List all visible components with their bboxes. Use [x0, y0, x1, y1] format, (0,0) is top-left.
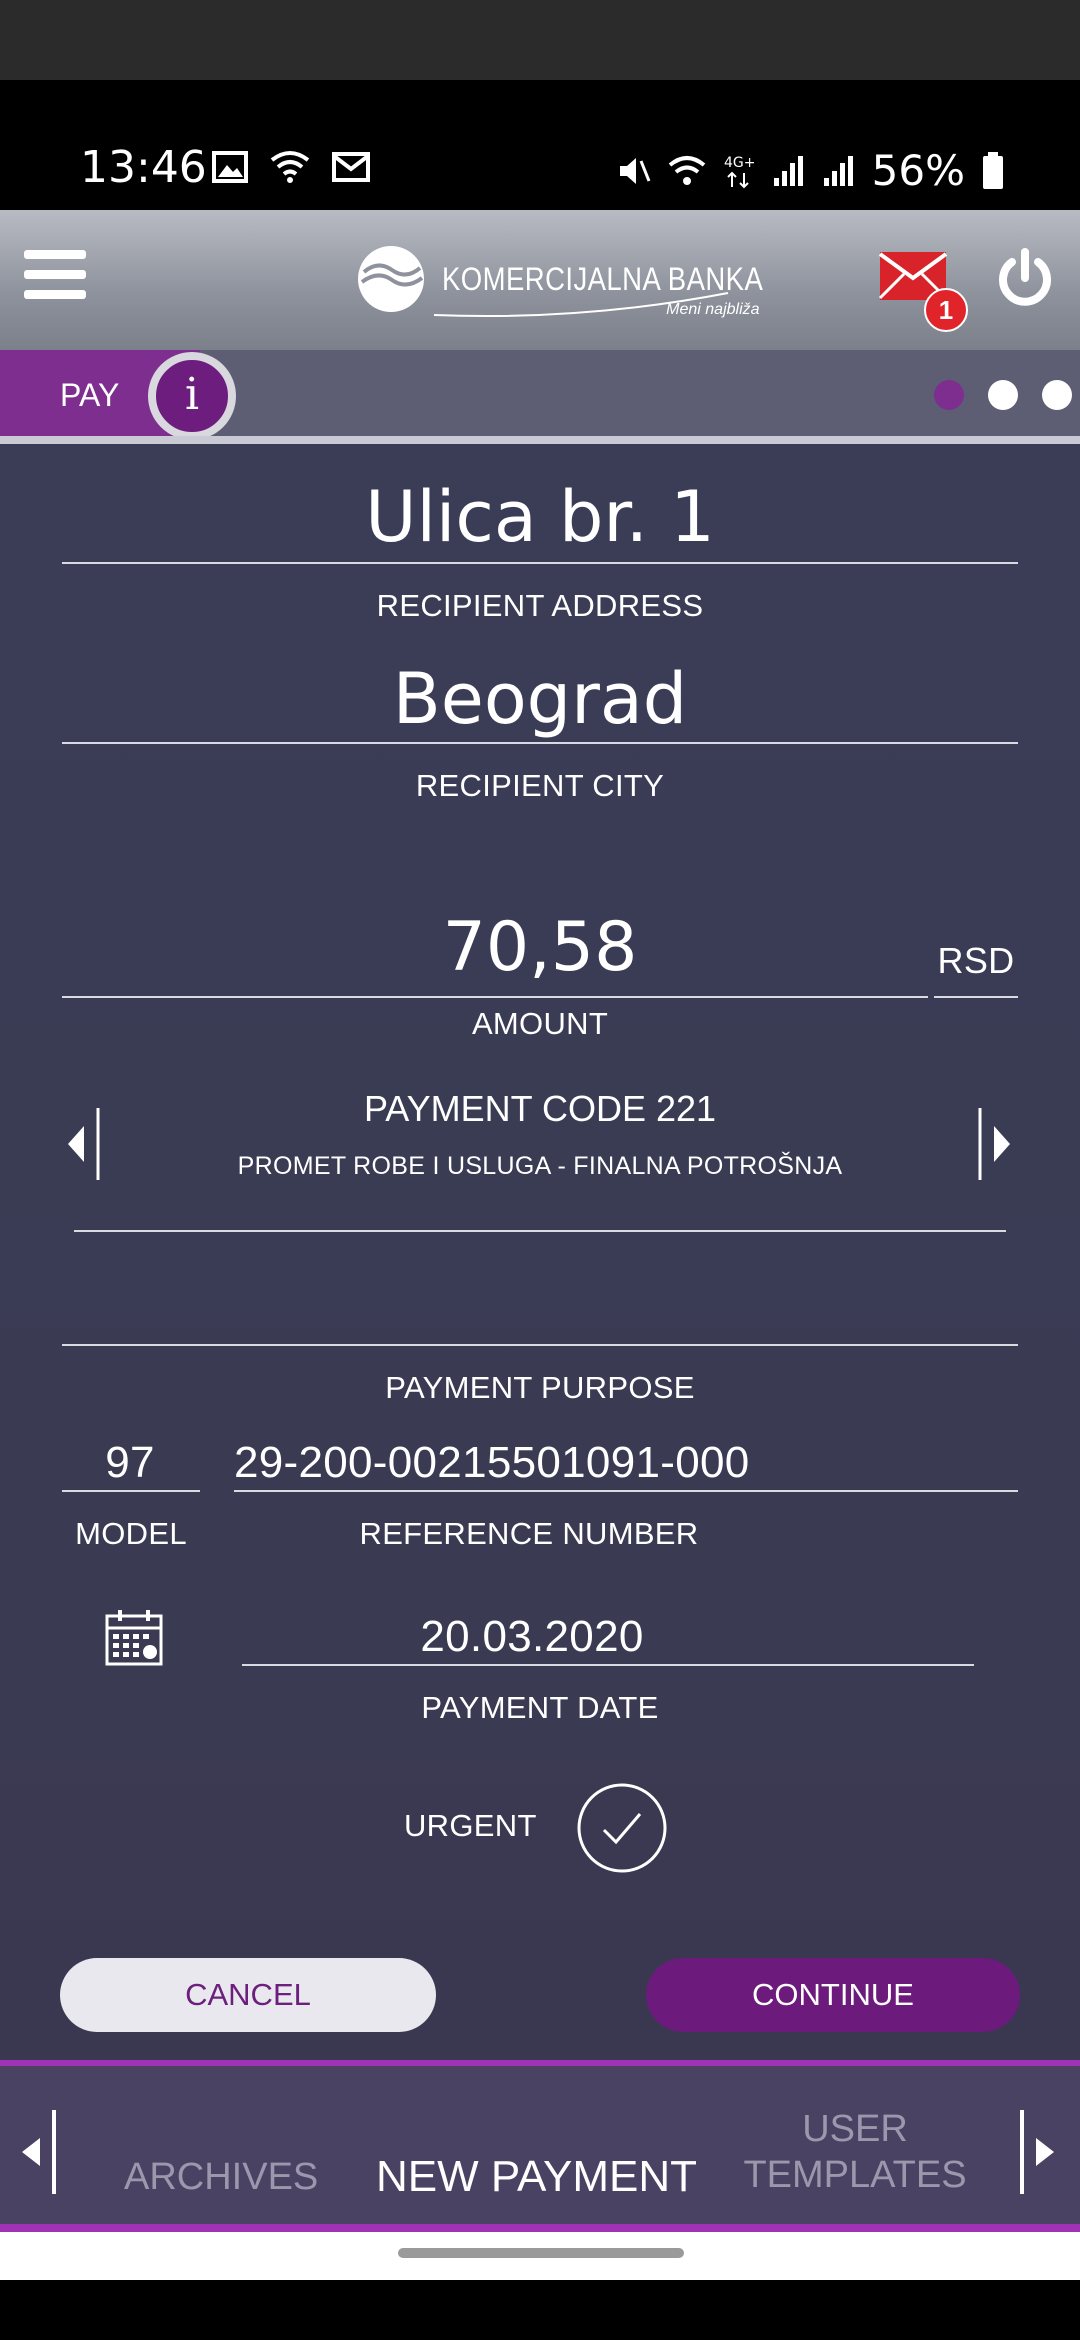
pay-bar: PAY i	[0, 350, 1080, 440]
pay-bar-divider	[0, 436, 1080, 444]
continue-button[interactable]: CONTINUE	[646, 1958, 1020, 2032]
image-icon	[212, 151, 248, 183]
system-bottom-strip	[0, 2280, 1080, 2340]
home-gesture-handle[interactable]	[398, 2248, 684, 2258]
archives-tab[interactable]: ARCHIVES	[124, 2156, 318, 2199]
4g-icon: 4G+	[724, 155, 756, 188]
bottom-navigation: ARCHIVES NEW PAYMENT USER TEMPLATES	[0, 2060, 1080, 2232]
payment-code-next-arrow[interactable]	[976, 1104, 1016, 1184]
recipient-city-field[interactable]: Beograd	[62, 658, 1018, 740]
bottom-nav-prev-arrow[interactable]	[16, 2106, 60, 2198]
new-payment-tab[interactable]: NEW PAYMENT	[376, 2152, 697, 2202]
battery-percent: 56%	[871, 146, 965, 195]
wifi-icon	[668, 155, 705, 185]
svg-text:4G+: 4G+	[724, 155, 756, 171]
wifi-calling-icon	[270, 151, 310, 183]
recipient-address-underline	[62, 562, 1018, 564]
model-field[interactable]: 97	[62, 1438, 198, 1488]
reference-number-label: REFERENCE NUMBER	[359, 1516, 699, 1551]
payment-code-underline	[74, 1230, 1006, 1232]
payment-purpose-label: PAYMENT PURPOSE	[385, 1370, 695, 1405]
logo-tagline: Meni najbliža	[666, 300, 760, 318]
amount-label: AMOUNT	[471, 1006, 609, 1041]
unread-badge: 1	[924, 288, 968, 332]
user-templates-line1: USER	[802, 2108, 908, 2150]
payment-date-label: PAYMENT DATE	[421, 1690, 659, 1725]
model-label: MODEL	[75, 1516, 187, 1551]
cancel-button[interactable]: CANCEL	[60, 1958, 436, 2032]
page-dot-2	[988, 380, 1018, 410]
app-header: KOMERCIJALNA BANKA Meni najbliža	[0, 210, 1080, 350]
model-underline	[62, 1490, 200, 1492]
payment-purpose-underline	[62, 1344, 1018, 1346]
user-templates-tab[interactable]: USER TEMPLATES	[740, 2106, 970, 2198]
recipient-city-label: RECIPIENT CITY	[415, 768, 665, 803]
status-bar: 13:46 4G+ 56%	[0, 80, 1080, 210]
bottom-nav-next-arrow[interactable]	[1016, 2106, 1060, 2198]
bank-logo: KOMERCIJALNA BANKA Meni najbliža	[358, 246, 816, 318]
recipient-address-field[interactable]: Ulica br. 1	[62, 476, 1018, 558]
logo-wave-icon	[358, 246, 424, 312]
payment-code-description: PROMET ROBE I USLUGA - FINALNA POTROŠNJA	[237, 1152, 843, 1180]
signal-icon	[773, 155, 803, 186]
system-top-strip	[0, 0, 1080, 80]
amount-underline	[62, 996, 928, 998]
urgent-checkbox-check-icon[interactable]	[576, 1782, 668, 1874]
payment-code-title[interactable]: PAYMENT CODE 221	[100, 1088, 980, 1130]
payment-date-underline	[242, 1664, 974, 1666]
payment-form: Ulica br. 1 RECIPIENT ADDRESS Beograd RE…	[0, 444, 1080, 2060]
status-time: 13:46	[80, 142, 207, 193]
payment-date-field[interactable]: 20.03.2020	[242, 1612, 822, 1662]
page-dot-1	[934, 380, 964, 410]
mute-icon	[619, 157, 651, 184]
menu-icon[interactable]	[24, 250, 86, 300]
recipient-city-underline	[62, 742, 1018, 744]
logout-power-icon[interactable]	[994, 248, 1056, 310]
page-indicator	[934, 380, 1072, 410]
recipient-address-label: RECIPIENT ADDRESS	[376, 588, 704, 623]
urgent-label: URGENT	[404, 1808, 537, 1843]
calendar-icon[interactable]	[104, 1608, 164, 1668]
user-templates-line2: TEMPLATES	[743, 2154, 967, 2196]
email-icon	[332, 152, 370, 182]
currency-underline	[934, 996, 1018, 998]
system-nav-bar	[0, 2232, 1080, 2280]
amount-field[interactable]: 70,58	[62, 908, 1018, 987]
battery-icon	[983, 151, 1003, 189]
payment-code-prev-arrow[interactable]	[62, 1104, 102, 1184]
info-button[interactable]: i	[148, 352, 236, 440]
page-dot-3	[1042, 380, 1072, 410]
currency-select[interactable]: RSD	[936, 940, 1016, 982]
reference-number-field[interactable]: 29-200-00215501091-000	[234, 1438, 806, 1488]
reference-number-underline	[234, 1490, 1018, 1492]
signal-icon	[823, 155, 853, 186]
